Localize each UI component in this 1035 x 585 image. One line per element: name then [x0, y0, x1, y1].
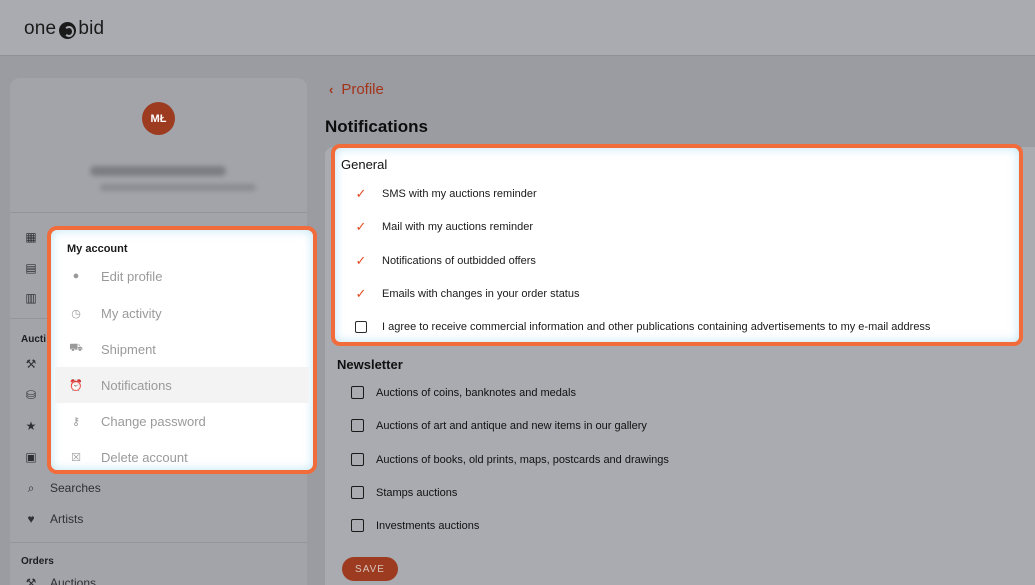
- menu-item-label: Delete account: [101, 449, 188, 465]
- alarm-icon: ⏰: [69, 379, 83, 392]
- heart-icon: ♥: [27, 512, 35, 526]
- newsletter-option-art[interactable]: Auctions of art and antique and new item…: [351, 419, 647, 432]
- option-label: Mail with my auctions reminder: [382, 221, 533, 233]
- checkbox[interactable]: [351, 519, 364, 532]
- newsletter-option-coins[interactable]: Auctions of coins, banknotes and medals: [351, 386, 576, 399]
- menu-item-label: Edit profile: [101, 268, 163, 284]
- sidebar-item-orders-auctions[interactable]: Auctions: [50, 576, 96, 585]
- logo-mark-icon: [59, 21, 77, 39]
- menu-item-delete-account[interactable]: ☒ Delete account: [55, 439, 309, 470]
- sidebar-divider: [10, 212, 307, 213]
- checkbox[interactable]: [351, 453, 364, 466]
- onebid-logo[interactable]: one bid: [24, 18, 104, 40]
- gavel-icon: ⚒: [25, 576, 37, 585]
- clock-icon: ◷: [71, 307, 81, 320]
- blurred-user-name: [90, 166, 226, 176]
- newsletter-section-title: Newsletter: [337, 357, 403, 372]
- menu-item-notifications[interactable]: ⏰ Notifications: [55, 367, 309, 403]
- menu-item-label: My activity: [101, 305, 162, 321]
- check-icon[interactable]: ✓: [355, 219, 367, 234]
- key-icon: ⚷: [71, 415, 81, 428]
- option-label: Stamps auctions: [376, 486, 458, 499]
- menu-item-label: Change password: [101, 413, 206, 429]
- gavel-icon[interactable]: ⚒: [24, 357, 38, 371]
- search-icon: ⌕: [27, 481, 35, 495]
- sidebar-divider: [10, 542, 307, 543]
- general-option-order-status[interactable]: ✓ Emails with changes in your order stat…: [355, 286, 580, 301]
- catalog-icon[interactable]: ▥: [24, 291, 38, 305]
- sidebar-section-auctions: Aucti: [21, 334, 46, 345]
- menu-item-change-password[interactable]: ⚷ Change password: [55, 403, 309, 439]
- logo-text-bid: bid: [78, 18, 105, 39]
- back-to-profile-link[interactable]: ‹ Profile: [329, 81, 384, 98]
- check-icon[interactable]: ✓: [355, 286, 367, 301]
- star-icon[interactable]: ★: [24, 419, 38, 433]
- sidebar-section-orders: Orders: [21, 556, 54, 567]
- check-icon[interactable]: ✓: [355, 253, 367, 268]
- general-section-title: General: [341, 157, 388, 172]
- option-label: I agree to receive commercial informatio…: [382, 321, 931, 333]
- general-option-outbidded-offers[interactable]: ✓ Notifications of outbidded offers: [355, 253, 536, 268]
- delete-icon: ☒: [71, 451, 81, 464]
- general-settings-panel: General ✓ SMS with my auctions reminder …: [331, 144, 1023, 346]
- blurred-user-email: [100, 184, 256, 191]
- newsletter-option-stamps[interactable]: Stamps auctions: [351, 486, 457, 499]
- option-label: Emails with changes in your order status: [382, 288, 580, 300]
- checkbox[interactable]: [351, 486, 364, 499]
- general-option-mail-reminder[interactable]: ✓ Mail with my auctions reminder: [355, 219, 533, 234]
- back-link-label: Profile: [341, 81, 384, 98]
- chevron-left-icon: ‹: [329, 82, 334, 97]
- page-title: Notifications: [325, 117, 428, 136]
- menu-item-label: Notifications: [101, 377, 172, 393]
- message-icon[interactable]: ▤: [24, 261, 38, 275]
- sidebar-item-artists[interactable]: Artists: [50, 512, 83, 526]
- option-label: Notifications of outbidded offers: [382, 255, 536, 267]
- checkbox[interactable]: [355, 321, 367, 333]
- check-icon[interactable]: ✓: [355, 186, 367, 201]
- top-bar: one bid: [0, 0, 1035, 56]
- menu-item-label: Shipment: [101, 341, 156, 357]
- my-account-title: My account: [67, 243, 128, 255]
- document-icon[interactable]: ▣: [24, 450, 38, 464]
- general-option-sms-reminder[interactable]: ✓ SMS with my auctions reminder: [355, 186, 537, 201]
- menu-item-my-activity[interactable]: ◷ My activity: [55, 295, 309, 331]
- option-label: Auctions of books, old prints, maps, pos…: [376, 453, 669, 466]
- my-account-menu: My account ● Edit profile ◷ My activity …: [47, 226, 317, 474]
- option-label: Auctions of coins, banknotes and medals: [376, 386, 576, 399]
- menu-item-edit-profile[interactable]: ● Edit profile: [55, 258, 309, 294]
- dashboard-icon[interactable]: ▦: [24, 230, 38, 244]
- checkbox[interactable]: [351, 386, 364, 399]
- menu-item-shipment[interactable]: ⛟ Shipment: [55, 331, 309, 367]
- newsletter-option-investments[interactable]: Investments auctions: [351, 519, 479, 532]
- general-option-commercial-consent[interactable]: I agree to receive commercial informatio…: [355, 321, 930, 333]
- save-button[interactable]: SAVE: [342, 557, 398, 581]
- sidebar-item-searches[interactable]: Searches: [50, 481, 101, 495]
- checkbox[interactable]: [351, 419, 364, 432]
- basket-icon[interactable]: ⛁: [24, 388, 38, 402]
- truck-icon: ⛟: [69, 342, 83, 354]
- avatar[interactable]: MŁ: [142, 102, 175, 135]
- option-label: SMS with my auctions reminder: [382, 188, 537, 200]
- user-icon: ●: [72, 270, 80, 282]
- option-label: Investments auctions: [376, 519, 480, 532]
- newsletter-option-books[interactable]: Auctions of books, old prints, maps, pos…: [351, 453, 669, 466]
- option-label: Auctions of art and antique and new item…: [376, 419, 647, 432]
- logo-text-one: one: [24, 18, 57, 39]
